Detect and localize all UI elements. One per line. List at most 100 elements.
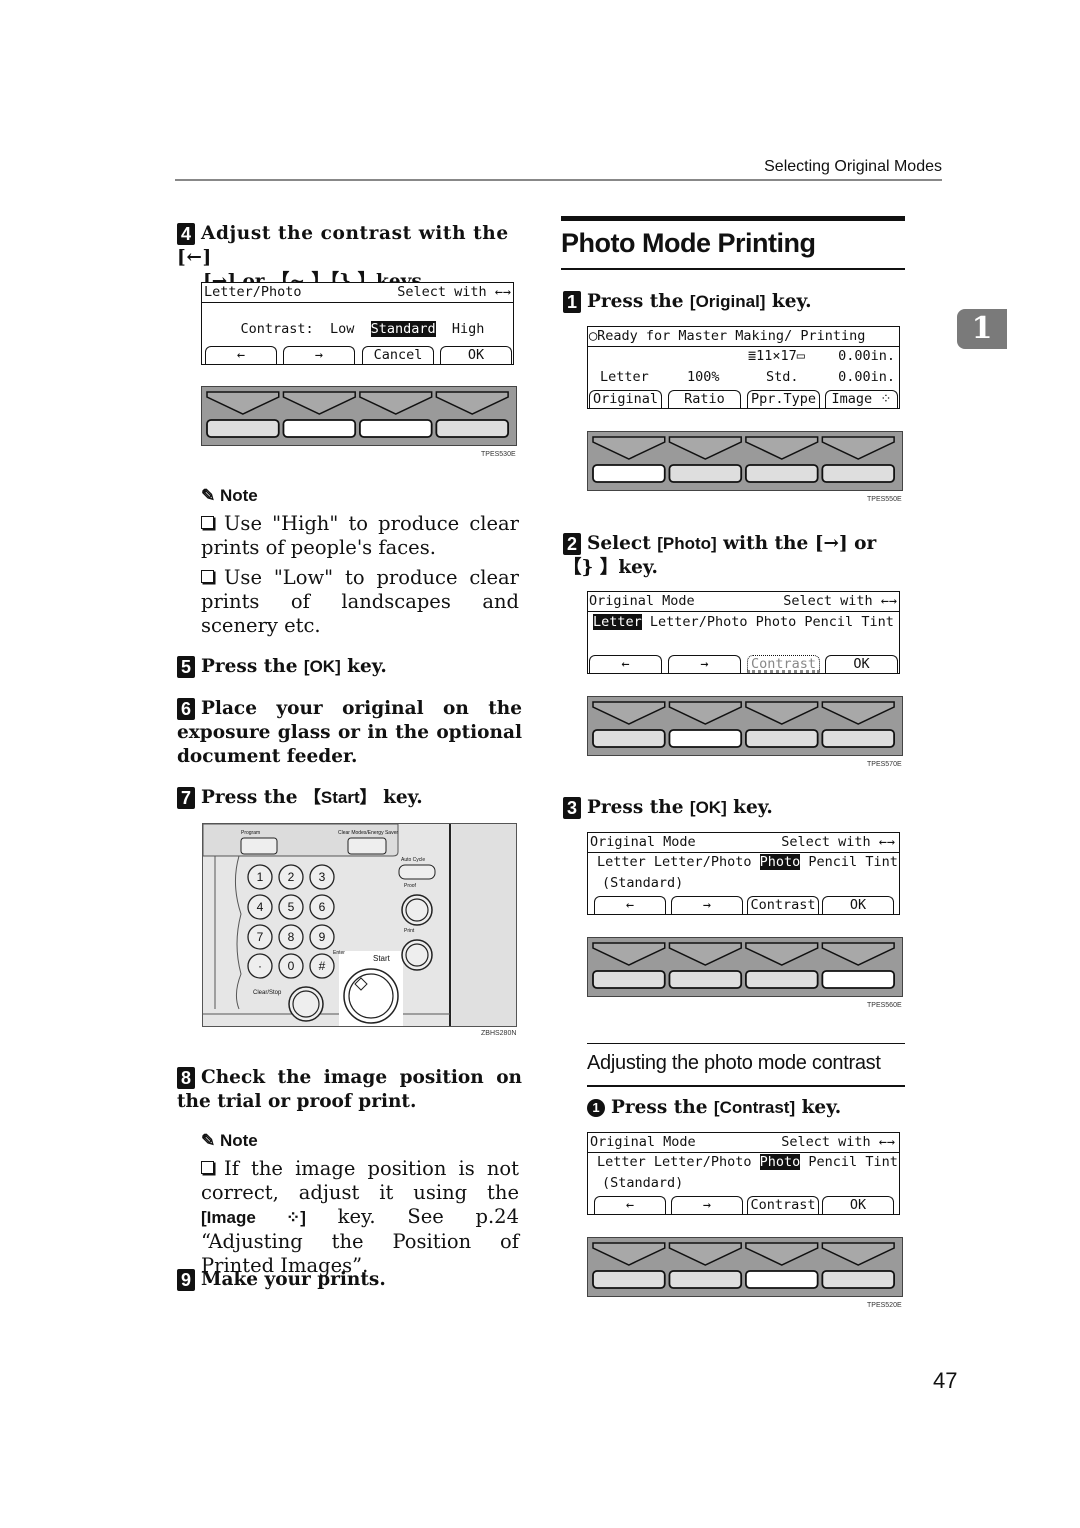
ok-button[interactable]: OK [822, 1196, 894, 1214]
offset-1: 0.00in. [838, 348, 895, 364]
contrast-option-high[interactable]: High [452, 321, 485, 337]
ok-button[interactable]: OK [440, 346, 512, 364]
step-number: 9 [177, 1269, 195, 1291]
running-head: Selecting Original Modes [764, 158, 942, 175]
selection-key-1[interactable] [592, 970, 666, 989]
selection-key-2[interactable] [668, 729, 743, 748]
subsection-bottom-rule [587, 1085, 905, 1087]
mode-tint[interactable]: Tint [865, 854, 898, 870]
ok-button[interactable]: OK [822, 896, 894, 914]
note-text: If the image position is not correct, ad… [201, 1157, 519, 1204]
lcd-hint: Select with ←→ [397, 284, 511, 300]
selection-key-1[interactable] [592, 729, 666, 748]
selection-key-2[interactable] [282, 419, 357, 438]
keypad-key-1[interactable]: 2 [279, 865, 303, 889]
keypad-key-5[interactable]: 6 [310, 895, 334, 919]
selection-key-2[interactable] [668, 464, 743, 483]
selection-key-3[interactable] [744, 1270, 819, 1289]
mode-photo[interactable]: Photo [759, 1154, 801, 1170]
keypad-key-4[interactable]: 5 [279, 895, 303, 919]
contrast-option-standard[interactable]: Standard [370, 321, 436, 337]
contrast-button[interactable]: Contrast [747, 1196, 819, 1214]
selection-key-4[interactable] [821, 1270, 896, 1289]
step-number: 4 [177, 223, 195, 245]
keypad-key-7[interactable]: 8 [279, 925, 303, 949]
lcd-contrast-screen: Letter/Photo Select with ←→ Contrast: Lo… [201, 282, 514, 365]
left-arrow-button[interactable]: ← [594, 1196, 666, 1214]
lcd-title: Original Mode [589, 593, 695, 609]
keypad-key-2[interactable]: 3 [310, 865, 334, 889]
keypad-key-10[interactable]: 0 [279, 954, 303, 978]
right-arrow-button[interactable]: → [671, 1196, 743, 1214]
mode-letter[interactable]: Letter [597, 854, 646, 870]
mode-photo[interactable]: Photo [756, 614, 797, 630]
selection-key-3[interactable] [358, 419, 433, 438]
ok-button[interactable]: OK [825, 655, 898, 673]
selection-key-3[interactable] [744, 729, 819, 748]
right-arrow-button[interactable]: → [668, 655, 741, 673]
selection-key-1[interactable] [206, 419, 280, 438]
selection-key-4[interactable] [435, 419, 510, 438]
right-arrow-button[interactable]: → [671, 896, 743, 914]
original-button[interactable]: Original [589, 390, 662, 408]
mode-letter-photo[interactable]: Letter/Photo [654, 1154, 752, 1170]
keypad-key-11[interactable]: # [310, 954, 334, 978]
mode-tint[interactable]: Tint [865, 1154, 898, 1170]
keypad-key-0[interactable]: 1 [248, 865, 272, 889]
selection-key-1[interactable] [592, 1270, 666, 1289]
mode-photo[interactable]: Photo [759, 854, 801, 870]
mode-pencil[interactable]: Pencil [808, 1154, 857, 1170]
left-arrow-button[interactable]: ← [594, 896, 666, 914]
keypad-key-3[interactable]: 4 [248, 895, 272, 919]
selection-keys-figure [587, 937, 903, 997]
mode-pencil[interactable]: Pencil [804, 614, 853, 630]
selection-key-4[interactable] [821, 464, 896, 483]
proof-key[interactable] [402, 895, 432, 925]
contrast-button[interactable]: Contrast [747, 896, 819, 914]
key-arrow-icon [592, 701, 666, 725]
mode-tint[interactable]: Tint [861, 614, 894, 630]
step-text: Make your prints. [201, 1269, 386, 1290]
left-arrow-button[interactable]: ← [205, 346, 277, 364]
start-key[interactable] [344, 969, 398, 1023]
selection-key-2[interactable] [668, 970, 743, 989]
mode-letter-photo[interactable]: Letter/Photo [650, 614, 748, 630]
keypad-key-9[interactable]: · [248, 954, 272, 978]
keypad-key-8[interactable]: 9 [310, 925, 334, 949]
key-arrow-icon [745, 1242, 819, 1266]
contrast-option-low[interactable]: Low [330, 321, 354, 337]
header-rule [175, 179, 942, 181]
clear-stop-key[interactable] [289, 987, 323, 1021]
step-text: Press the [587, 797, 690, 818]
right-arrow-button[interactable]: → [283, 346, 355, 364]
clear-modes-key[interactable] [348, 839, 386, 853]
left-arrow-button[interactable]: ← [589, 655, 662, 673]
selection-key-4[interactable] [821, 970, 896, 989]
lcd-original-mode-screen: Original Mode Select with ←→ Letter Lett… [587, 1132, 900, 1215]
step-text: key. [376, 787, 423, 808]
key-arrow-icon [206, 391, 280, 415]
auto-cycle-key[interactable] [399, 865, 435, 879]
start-key-label: 【Start】 [303, 788, 377, 807]
checkbox-bullet-icon [201, 516, 214, 529]
mode-pencil[interactable]: Pencil [808, 854, 857, 870]
figure-id: TPES530E [481, 451, 516, 458]
selection-key-4[interactable] [821, 729, 896, 748]
selection-key-2[interactable] [668, 1270, 743, 1289]
lcd-hint: Select with ←→ [781, 834, 895, 850]
cancel-button[interactable]: Cancel [362, 346, 434, 364]
selection-keys-figure [587, 431, 903, 491]
selection-key-3[interactable] [744, 464, 819, 483]
mode-letter[interactable]: Letter [597, 1154, 646, 1170]
selection-key-1[interactable] [592, 464, 666, 483]
print-key[interactable] [402, 940, 432, 970]
paper-type-button[interactable]: Ppr.Type [747, 390, 820, 408]
selection-key-3[interactable] [744, 970, 819, 989]
program-key[interactable] [243, 839, 277, 853]
image-key-label: [Image ⁘] [201, 1208, 306, 1227]
mode-letter[interactable]: Letter [593, 614, 642, 630]
image-button[interactable]: Image ⁘ [825, 390, 898, 408]
mode-letter-photo[interactable]: Letter/Photo [654, 854, 752, 870]
ratio-button[interactable]: Ratio [668, 390, 741, 408]
keypad-key-6[interactable]: 7 [248, 925, 272, 949]
